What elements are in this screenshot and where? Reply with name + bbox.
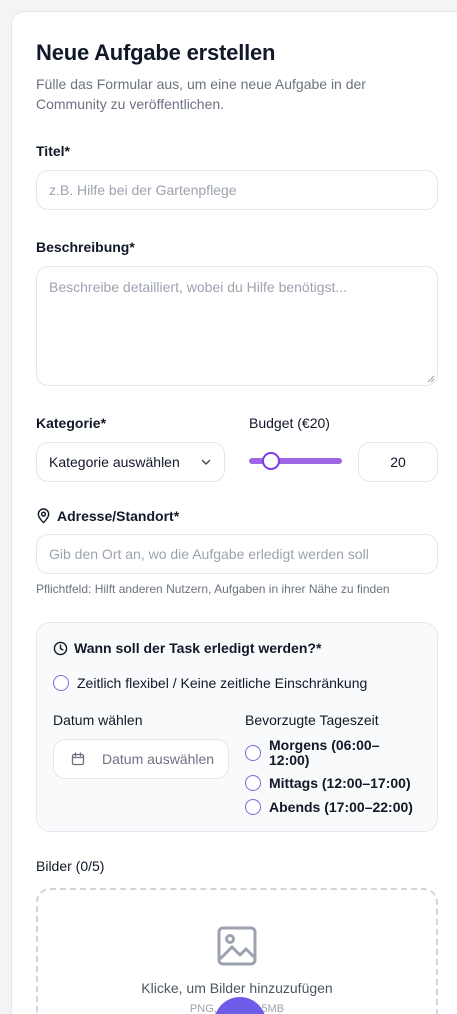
page-title: Neue Aufgabe erstellen	[36, 40, 276, 65]
title-placeholder: z.B. Hilfe bei der Gartenpflege	[49, 182, 237, 198]
time-option-evening[interactable]: Abends (17:00–22:00)	[245, 799, 413, 815]
address-placeholder: Gib den Ort an, wo die Aufgabe erledigt …	[49, 546, 369, 562]
date-picker-button[interactable]: Datum auswählen	[53, 739, 229, 779]
calendar-icon	[71, 752, 85, 766]
description-label: Beschreibung*	[36, 239, 135, 255]
category-label: Kategorie*	[36, 415, 107, 431]
time-option-morning[interactable]: Morgens (06:00–12:00)	[245, 738, 430, 768]
title-label: Titel*	[36, 143, 70, 159]
budget-label: Budget (€20)	[249, 415, 330, 431]
time-radio-evening[interactable]	[245, 799, 261, 815]
flexible-option[interactable]: Zeitlich flexibel / Keine zeitliche Eins…	[53, 675, 367, 691]
time-radio-morning[interactable]	[245, 745, 261, 761]
title-input[interactable]: z.B. Hilfe bei der Gartenpflege	[36, 170, 438, 210]
chevron-down-icon	[201, 459, 211, 465]
category-value: Kategorie auswählen	[49, 454, 180, 470]
budget-slider[interactable]	[249, 452, 342, 470]
address-input[interactable]: Gib den Ort an, wo die Aufgabe erledigt …	[36, 534, 438, 574]
date-placeholder: Datum auswählen	[102, 751, 215, 767]
time-option-morning-label: Morgens (06:00–12:00)	[269, 737, 380, 768]
address-hint: Pflichtfeld: Hilft anderen Nutzern, Aufg…	[36, 582, 390, 596]
flexible-radio[interactable]	[53, 675, 69, 691]
page-subtitle: Fülle das Formular aus, um eine neue Auf…	[36, 76, 366, 112]
time-option-noon[interactable]: Mittags (12:00–17:00)	[245, 775, 411, 791]
time-option-noon-label: Mittags (12:00–17:00)	[269, 774, 411, 791]
date-label: Datum wählen	[53, 712, 143, 728]
resize-handle-icon[interactable]	[427, 375, 435, 383]
image-icon	[217, 926, 257, 966]
upload-text: Klicke, um Bilder hinzuzufügen	[141, 980, 333, 996]
description-textarea[interactable]: Beschreibe detailliert, wobei du Hilfe b…	[36, 266, 438, 386]
time-label: Bevorzugte Tageszeit	[245, 712, 379, 728]
flexible-option-label: Zeitlich flexibel / Keine zeitliche Eins…	[77, 674, 368, 691]
schedule-heading-row: Wann soll der Task erledigt werden?*	[53, 640, 321, 656]
map-pin-icon	[37, 508, 50, 524]
time-radio-noon[interactable]	[245, 775, 261, 791]
address-label-row: Adresse/Standort*	[36, 508, 179, 524]
budget-value: 20	[390, 454, 406, 470]
description-placeholder: Beschreibe detailliert, wobei du Hilfe b…	[49, 279, 348, 295]
images-label: Bilder (0/5)	[36, 858, 105, 874]
address-label: Adresse/Standort*	[57, 508, 180, 524]
budget-input[interactable]: 20	[358, 442, 438, 482]
budget-slider-thumb[interactable]	[262, 452, 280, 470]
category-select[interactable]: Kategorie auswählen	[36, 442, 225, 482]
clock-icon	[53, 641, 68, 655]
schedule-heading: Wann soll der Task erledigt werden?*	[74, 640, 322, 656]
time-option-evening-label: Abends (17:00–22:00)	[269, 798, 413, 815]
